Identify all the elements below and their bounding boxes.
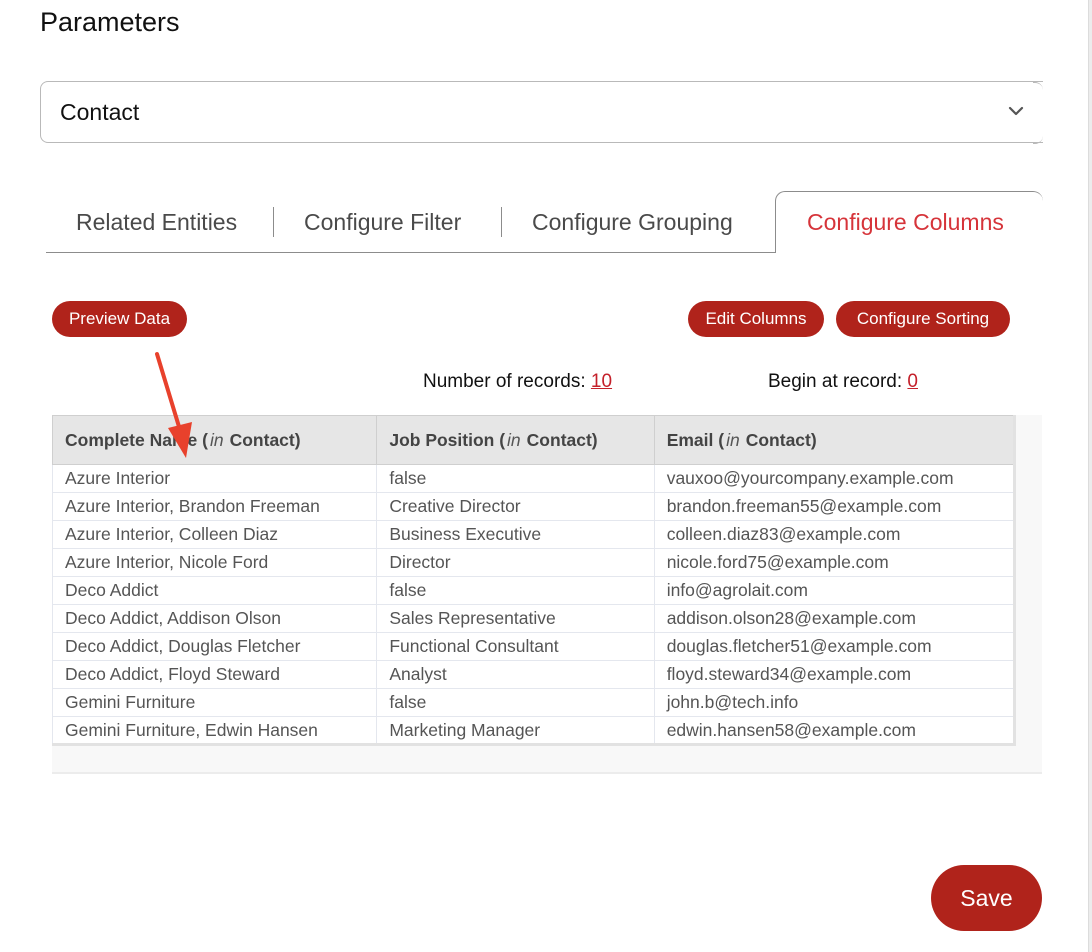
tab-label: Configure Grouping bbox=[532, 208, 733, 235]
configure-sorting-button[interactable]: Configure Sorting bbox=[836, 301, 1010, 337]
table-row: Azure Interior, Colleen Diaz Business Exe… bbox=[51, 520, 1016, 549]
cell-complete-name: Azure Interior, Colleen Diaz bbox=[51, 520, 378, 549]
cell-email: info@agrolait.com bbox=[653, 576, 1016, 605]
chevron-down-icon bbox=[1008, 106, 1024, 116]
cell-email: edwin.hansen58@example.com bbox=[653, 716, 1016, 745]
cell-job-position: false bbox=[376, 576, 655, 605]
table-row: Azure Interior, Nicole Ford Director nicol… bbox=[51, 548, 1016, 577]
tab-configure-filter[interactable]: Configure Filter bbox=[304, 191, 461, 253]
tab-configure-columns[interactable]: Configure Columns bbox=[775, 191, 1043, 253]
cell-complete-name: Gemini Furniture bbox=[51, 688, 378, 717]
cell-complete-name: Azure Interior, Nicole Ford bbox=[51, 548, 378, 577]
begin-at-record-value[interactable]: 0 bbox=[907, 371, 918, 392]
column-header-complete-name: Complete Name (in Contact) bbox=[51, 415, 378, 465]
cell-job-position: Analyst bbox=[376, 660, 655, 689]
column-model: Contact) bbox=[745, 429, 817, 450]
number-of-records-label: Number of records: bbox=[423, 371, 586, 392]
cell-email: john.b@tech.info bbox=[653, 688, 1016, 717]
tab-divider bbox=[273, 207, 274, 237]
cell-job-position: false bbox=[376, 464, 655, 493]
cell-complete-name: Gemini Furniture, Edwin Hansen bbox=[51, 716, 378, 745]
cell-complete-name: Deco Addict, Douglas Fletcher bbox=[51, 632, 378, 661]
cell-email: douglas.fletcher51@example.com bbox=[653, 632, 1016, 661]
column-header-job-position: Job Position (in Contact) bbox=[376, 415, 655, 465]
cell-email: brandon.freeman55@example.com bbox=[653, 492, 1016, 521]
begin-at-record-label: Begin at record: bbox=[768, 371, 903, 392]
column-name: Email bbox=[666, 429, 714, 450]
save-button[interactable]: Save bbox=[931, 865, 1042, 931]
tab-label: Related Entities bbox=[76, 208, 238, 235]
table-header-row: Complete Name (in Contact) Job Position (… bbox=[51, 415, 1016, 465]
cell-job-position: Creative Director bbox=[376, 492, 655, 521]
cell-complete-name: Deco Addict bbox=[51, 576, 378, 605]
column-header-email: Email (in Contact) bbox=[653, 415, 1016, 465]
tab-divider bbox=[501, 207, 502, 237]
column-model: Contact) bbox=[526, 429, 598, 450]
cell-job-position: Director bbox=[376, 548, 655, 577]
cell-job-position: Marketing Manager bbox=[376, 716, 655, 745]
column-model: Contact) bbox=[229, 429, 301, 450]
tab-label: Configure Filter bbox=[304, 208, 462, 235]
table-row: Deco Addict false info@agrolait.com bbox=[51, 576, 1016, 605]
number-of-records-value[interactable]: 10 bbox=[591, 371, 612, 392]
preview-data-button[interactable]: Preview Data bbox=[52, 301, 187, 337]
column-name: Complete Name bbox=[65, 429, 198, 450]
table-row: Gemini Furniture false john.b@tech.info bbox=[51, 688, 1016, 717]
table-row: Deco Addict, Douglas Fletcher Functional … bbox=[51, 632, 1016, 661]
number-of-records: Number of records: 10 bbox=[423, 371, 612, 393]
table-row: Azure Interior, Brandon Freeman Creative … bbox=[51, 492, 1016, 521]
page-title: Parameters bbox=[40, 7, 180, 37]
cell-complete-name: Deco Addict, Addison Olson bbox=[51, 604, 378, 633]
begin-at-record: Begin at record: 0 bbox=[768, 371, 918, 393]
cell-job-position: false bbox=[376, 688, 655, 717]
model-select-value: Contact bbox=[60, 98, 140, 125]
column-in: in bbox=[507, 429, 521, 450]
column-in: in bbox=[726, 429, 740, 450]
table-row: Deco Addict, Addison Olson Sales Represen… bbox=[51, 604, 1016, 633]
table-row: Azure Interior false vauxoo@yourcompany.ex… bbox=[51, 464, 1016, 493]
cell-email: addison.olson28@example.com bbox=[653, 604, 1016, 633]
column-in: in bbox=[209, 429, 224, 450]
cell-email: floyd.steward34@example.com bbox=[653, 660, 1016, 689]
model-select[interactable]: Contact bbox=[40, 81, 1043, 144]
tab-configure-grouping[interactable]: Configure Grouping bbox=[532, 191, 733, 253]
cell-email: vauxoo@yourcompany.example.com bbox=[653, 464, 1016, 493]
tab-related-entities[interactable]: Related Entities bbox=[76, 191, 237, 253]
cell-email: colleen.diaz83@example.com bbox=[653, 520, 1016, 549]
cell-complete-name: Deco Addict, Floyd Steward bbox=[51, 660, 378, 689]
preview-table-container: Complete Name (in Contact) Job Position (… bbox=[51, 415, 1042, 774]
cell-complete-name: Azure Interior bbox=[51, 464, 378, 493]
cell-job-position: Business Executive bbox=[376, 520, 655, 549]
preview-table: Complete Name (in Contact) Job Position (… bbox=[51, 415, 1016, 746]
table-row: Gemini Furniture, Edwin Hansen Marketing … bbox=[51, 716, 1016, 745]
tab-bar: Related Entities Configure Filter Config… bbox=[46, 191, 1043, 253]
cell-job-position: Functional Consultant bbox=[376, 632, 655, 661]
cell-email: nicole.ford75@example.com bbox=[653, 548, 1016, 577]
cell-complete-name: Azure Interior, Brandon Freeman bbox=[51, 492, 378, 521]
edit-columns-button[interactable]: Edit Columns bbox=[688, 301, 824, 337]
cell-job-position: Sales Representative bbox=[376, 604, 655, 633]
table-row: Deco Addict, Floyd Steward Analyst floyd.s… bbox=[51, 660, 1016, 689]
column-name: Job Position bbox=[389, 429, 495, 450]
tab-label: Configure Columns bbox=[807, 209, 1004, 235]
table-body: Azure Interior false vauxoo@yourcompany.ex… bbox=[51, 464, 1016, 745]
page-scrollbar[interactable] bbox=[1088, 0, 1092, 952]
